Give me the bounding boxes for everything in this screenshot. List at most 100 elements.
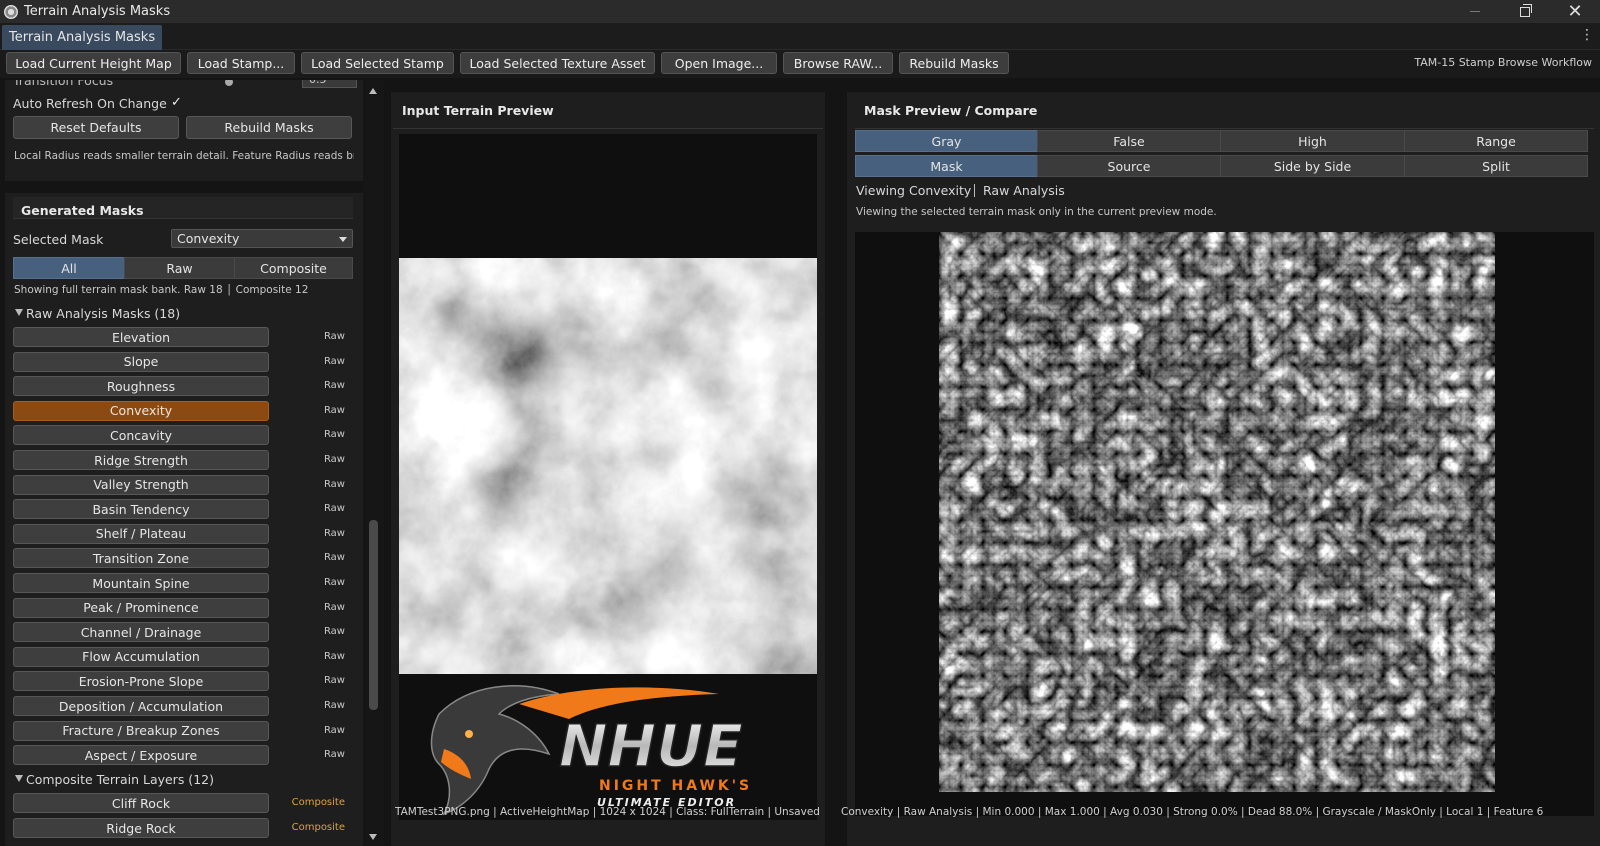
- raw-tag: Raw: [323, 404, 345, 416]
- raw-mask-button[interactable]: Shelf / Plateau: [13, 523, 269, 544]
- auto-refresh-label: Auto Refresh On Change: [13, 96, 167, 111]
- raw-tag: Raw: [323, 429, 345, 441]
- mask-preview-panel: Mask Preview / Compare Gray False High R…: [841, 92, 1600, 846]
- raw-tag: Raw: [323, 552, 345, 564]
- raw-tag: Raw: [323, 527, 345, 539]
- filter-composite[interactable]: Composite: [234, 257, 353, 279]
- input-status-bar: TAMTest3PNG.png | ActiveHeightMap | 1024…: [395, 806, 823, 818]
- view-source[interactable]: Source: [1037, 155, 1221, 177]
- radius-hint: Local Radius reads smaller terrain detai…: [14, 150, 354, 162]
- input-preview-viewport[interactable]: NHUE NIGHT HAWK'S ULTIMATE EDITOR: [399, 134, 817, 820]
- raw-mask-button[interactable]: Elevation: [13, 327, 269, 347]
- settings-panel: Transition Focus 0.5 Auto Refresh On Cha…: [5, 80, 363, 181]
- restore-icon[interactable]: [1502, 0, 1548, 23]
- raw-mask-button[interactable]: Mountain Spine: [13, 573, 269, 593]
- raw-group-header[interactable]: Raw Analysis Masks (18): [26, 306, 180, 321]
- view-side-by-side[interactable]: Side by Side: [1220, 155, 1405, 177]
- mode-false[interactable]: False: [1037, 130, 1221, 152]
- raw-tag: Raw: [323, 503, 345, 515]
- left-scrollbar[interactable]: [363, 80, 384, 846]
- rebuild-masks-toolbar-button[interactable]: Rebuild Masks: [899, 52, 1009, 74]
- raw-tag: Raw: [323, 577, 345, 588]
- viewing-type-label: Raw Analysis: [983, 183, 1065, 198]
- composite-mask-button[interactable]: Cliff Rock: [13, 793, 269, 813]
- tab-bar: Terrain Analysis Masks ⋮: [0, 23, 1600, 50]
- mask-description: Viewing the selected terrain mask only i…: [856, 206, 1217, 218]
- view-mask[interactable]: Mask: [855, 155, 1038, 177]
- load-selected-stamp-button[interactable]: Load Selected Stamp: [301, 52, 454, 74]
- scrollbar-thumb[interactable]: [369, 520, 378, 710]
- filter-all[interactable]: All: [13, 257, 125, 279]
- raw-tag: Raw: [323, 454, 345, 465]
- selected-mask-label: Selected Mask: [13, 232, 104, 247]
- raw-tag: Raw: [323, 749, 345, 761]
- composite-mask-button[interactable]: Ridge Rock: [13, 818, 269, 838]
- title-bar: Terrain Analysis Masks: [0, 0, 1600, 23]
- composite-group-header[interactable]: Composite Terrain Layers (12): [26, 772, 214, 787]
- filter-raw[interactable]: Raw: [124, 257, 235, 279]
- raw-mask-button[interactable]: Channel / Drainage: [13, 622, 269, 643]
- mask-bank-info: Showing full terrain mask bank. Raw 18 │…: [14, 284, 309, 296]
- raw-mask-button[interactable]: Transition Zone: [13, 548, 269, 569]
- svg-text:NIGHT HAWK'S: NIGHT HAWK'S: [599, 778, 752, 794]
- raw-tag: Raw: [323, 700, 345, 711]
- scroll-down-icon[interactable]: [369, 834, 377, 840]
- kebab-menu-icon[interactable]: ⋮: [1580, 27, 1594, 43]
- raw-mask-button[interactable]: Basin Tendency: [13, 499, 269, 520]
- workflow-label: TAM-15 Stamp Browse Workflow: [1414, 56, 1592, 69]
- generated-masks-header: Generated Masks: [21, 203, 144, 218]
- close-icon[interactable]: ✕: [1552, 0, 1598, 23]
- raw-mask-button[interactable]: Ridge Strength: [13, 450, 269, 470]
- input-preview-panel: Input Terrain Preview NHUE NIGHT HAWK'S: [391, 92, 825, 846]
- selected-mask-dropdown[interactable]: Convexity: [171, 229, 353, 248]
- raw-mask-button[interactable]: Flow Accumulation: [13, 646, 269, 667]
- window-title: Terrain Analysis Masks: [24, 4, 171, 19]
- raw-mask-button[interactable]: Slope: [13, 351, 269, 372]
- raw-tag: Raw: [323, 331, 345, 342]
- auto-refresh-checkbox[interactable]: ✓: [171, 95, 182, 110]
- app-gear-icon: [4, 4, 18, 19]
- raw-mask-button[interactable]: Peak / Prominence: [13, 597, 269, 618]
- load-selected-texture-asset-button[interactable]: Load Selected Texture Asset: [460, 52, 655, 74]
- minimize-icon[interactable]: [1452, 0, 1498, 23]
- raw-mask-button[interactable]: Concavity: [13, 425, 269, 446]
- composite-tag: Composite: [291, 822, 345, 833]
- chevron-down-icon: [339, 237, 347, 242]
- view-split[interactable]: Split: [1404, 155, 1588, 177]
- toolbar: Load Current Height Map Load Stamp... Lo…: [0, 50, 1600, 78]
- raw-mask-button[interactable]: Erosion-Prone Slope: [13, 671, 269, 692]
- raw-mask-button[interactable]: Roughness: [13, 376, 269, 397]
- open-image-button[interactable]: Open Image...: [661, 52, 777, 74]
- collapse-arrow-icon[interactable]: [15, 775, 23, 782]
- raw-mask-button[interactable]: Deposition / Accumulation: [13, 696, 269, 716]
- mode-gray[interactable]: Gray: [855, 130, 1038, 152]
- raw-tag: Raw: [323, 601, 345, 613]
- mode-range[interactable]: Range: [1404, 130, 1588, 152]
- rebuild-masks-button[interactable]: Rebuild Masks: [186, 116, 352, 139]
- mask-preview-viewport[interactable]: [855, 232, 1594, 816]
- browse-raw-button[interactable]: Browse RAW...: [783, 52, 893, 74]
- raw-tag: Raw: [323, 650, 345, 662]
- slider-handle[interactable]: [225, 80, 233, 86]
- transition-focus-value[interactable]: 0.5: [302, 80, 357, 88]
- transition-focus-label: Transition Focus: [13, 80, 114, 88]
- raw-tag: Raw: [323, 724, 345, 736]
- collapse-arrow-icon[interactable]: [15, 309, 23, 316]
- raw-mask-button[interactable]: Convexity: [13, 400, 269, 421]
- generated-masks-panel: Generated Masks Selected Mask Convexity …: [5, 193, 363, 846]
- mode-high[interactable]: High: [1220, 130, 1405, 152]
- load-stamp-button[interactable]: Load Stamp...: [187, 52, 295, 74]
- raw-mask-button[interactable]: Aspect / Exposure: [13, 745, 269, 766]
- reset-defaults-button[interactable]: Reset Defaults: [13, 116, 179, 139]
- raw-mask-button[interactable]: Fracture / Breakup Zones: [13, 720, 269, 741]
- raw-tag: Raw: [323, 626, 345, 638]
- mask-preview-title: Mask Preview / Compare: [864, 103, 1038, 118]
- composite-tag: Composite: [291, 797, 345, 808]
- input-preview-title: Input Terrain Preview: [402, 103, 554, 118]
- raw-tag: Raw: [323, 380, 345, 392]
- raw-mask-button[interactable]: Valley Strength: [13, 474, 269, 495]
- nhue-logo: NHUE NIGHT HAWK'S ULTIMATE EDITOR: [430, 685, 752, 816]
- scroll-up-icon[interactable]: [369, 88, 377, 94]
- tab-terrain-analysis-masks[interactable]: Terrain Analysis Masks: [2, 25, 163, 50]
- load-current-height-map-button[interactable]: Load Current Height Map: [6, 52, 181, 74]
